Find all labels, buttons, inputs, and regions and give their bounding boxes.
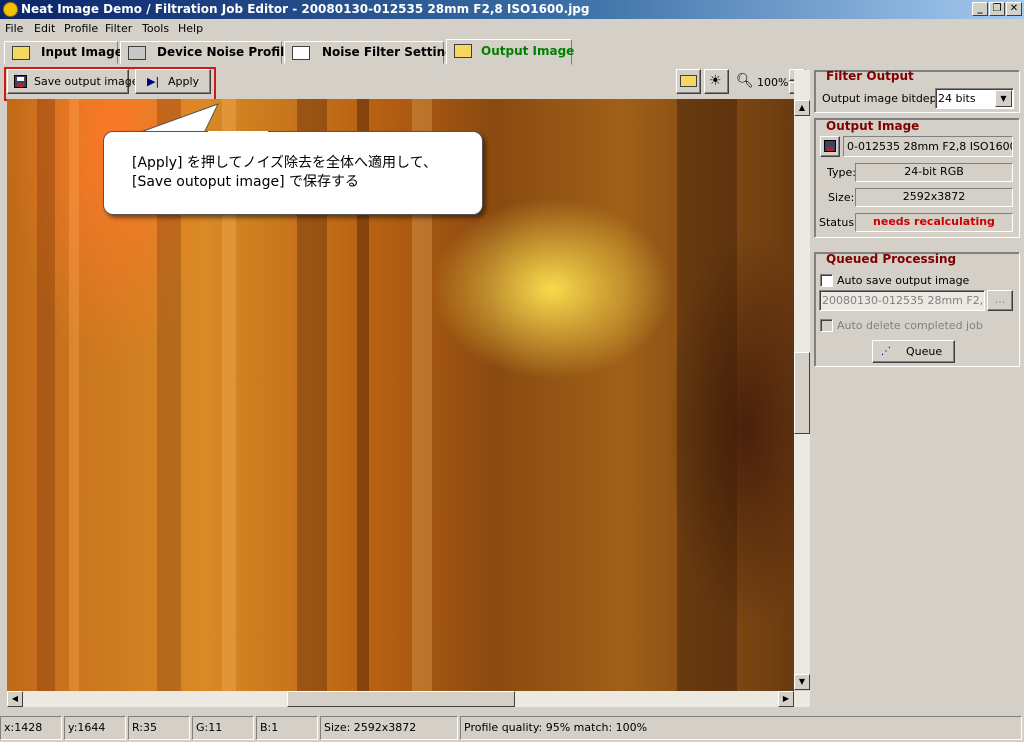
horizontal-scroll-thumb[interactable] — [287, 691, 515, 707]
save-file-button[interactable] — [820, 136, 840, 157]
status-bar: x:1428 y:1644 R:35 G:11 B:1 Size: 2592x3… — [0, 714, 1024, 742]
browse-button[interactable]: ... — [987, 290, 1013, 311]
menu-profile[interactable]: Profile — [64, 21, 98, 36]
camera-icon — [128, 46, 146, 60]
scroll-left-arrow-icon[interactable]: ◀ — [7, 691, 23, 707]
callout-line-1: [Apply] を押してノイズ除去を全体へ適用して、 — [132, 155, 437, 171]
menu-bar: File Edit Profile Filter Tools Help — [0, 19, 1024, 38]
bitdepth-label: Output image bitdepth: — [822, 92, 952, 105]
tab-bar: Input Image Device Noise Profile Noise F… — [0, 39, 1024, 65]
bitdepth-value: 24 bits — [938, 92, 976, 105]
maximize-button[interactable]: ❐ — [989, 2, 1005, 16]
size-value: 2592x3872 — [855, 188, 1013, 207]
magnifier-icon: 🔍︎ — [736, 73, 754, 89]
scroll-up-arrow-icon[interactable]: ▲ — [794, 100, 810, 116]
horizontal-scrollbar[interactable]: ◀ ▶ — [7, 691, 810, 707]
tab-output-image[interactable]: Output Image — [446, 39, 575, 65]
status-g: G:11 — [192, 716, 254, 740]
callout-line-2: [Save outoput image] で保存する — [132, 174, 359, 190]
menu-tools[interactable]: Tools — [142, 21, 169, 36]
auto-save-path-field[interactable]: 20080130-012535 28mm F2,8 ISO — [819, 290, 985, 311]
window-title: Neat Image Demo / Filtration Job Editor … — [21, 2, 590, 16]
filter-output-group: Filter Output Output image bitdepth: 24 … — [814, 69, 1020, 113]
auto-delete-label: Auto delete completed job — [837, 319, 983, 332]
tab-label: Noise Filter Settings — [322, 45, 461, 59]
queue-label: Queue — [906, 345, 943, 358]
chevron-down-icon[interactable]: ▼ — [995, 90, 1012, 107]
menu-help[interactable]: Help — [178, 21, 203, 36]
queued-processing-title: Queued Processing — [826, 252, 957, 266]
status-x: x:1428 — [0, 716, 62, 740]
auto-delete-checkbox[interactable] — [820, 319, 833, 332]
title-bar: Neat Image Demo / Filtration Job Editor … — [0, 0, 1024, 19]
picture-icon — [680, 75, 697, 87]
filter-output-title: Filter Output — [826, 69, 914, 83]
brightness-button[interactable]: ☀ — [704, 69, 729, 94]
output-image-title: Output Image — [826, 119, 920, 133]
status-value: needs recalculating — [855, 213, 1013, 232]
annotation-callout: [Apply] を押してノイズ除去を全体へ適用して、 [Save outoput… — [103, 131, 483, 215]
scroll-down-arrow-icon[interactable]: ▼ — [794, 674, 810, 690]
tab-noise-filter-settings[interactable]: Noise Filter Settings — [284, 41, 461, 64]
status-r: R:35 — [128, 716, 190, 740]
sliders-icon — [292, 46, 310, 60]
minimize-button[interactable]: _ — [972, 2, 988, 16]
queue-icon: ⋰ — [881, 346, 891, 357]
zoom-level: 100% — [757, 76, 789, 89]
status-b: B:1 — [256, 716, 318, 740]
output-image-group: Output Image 0-012535 28mm F2,8 ISO1600_… — [814, 118, 1020, 238]
size-label: Size: — [828, 191, 855, 204]
tab-label: Device Noise Profile — [157, 45, 293, 59]
status-size: Size: 2592x3872 — [320, 716, 458, 740]
tab-label: Input Image — [41, 45, 123, 59]
compare-images-button[interactable] — [676, 69, 701, 94]
scroll-right-arrow-icon[interactable]: ▶ — [778, 691, 794, 707]
auto-save-checkbox[interactable] — [820, 274, 833, 287]
status-profile-quality: Profile quality: 95% match: 100% — [460, 716, 1022, 740]
type-value: 24-bit RGB — [855, 163, 1013, 182]
tab-device-noise-profile[interactable]: Device Noise Profile — [120, 41, 292, 64]
queued-processing-group: Queued Processing Auto save output image… — [814, 252, 1020, 367]
output-filename-field: 0-012535 28mm F2,8 ISO1600_filte — [843, 136, 1013, 157]
bitdepth-select[interactable]: 24 bits ▼ — [935, 88, 1014, 109]
status-label: Status: — [819, 216, 858, 229]
floppy-disk-icon — [824, 140, 836, 152]
queue-button[interactable]: ⋰ Queue — [872, 340, 955, 363]
sun-icon: ☀ — [709, 73, 722, 89]
picture-icon — [12, 46, 30, 60]
tab-input-image[interactable]: Input Image — [4, 41, 123, 64]
type-label: Type: — [827, 166, 856, 179]
tab-label: Output Image — [481, 44, 575, 58]
annotation-highlight-box — [4, 67, 216, 101]
menu-file[interactable]: File — [5, 21, 23, 36]
menu-edit[interactable]: Edit — [34, 21, 55, 36]
menu-filter[interactable]: Filter — [105, 21, 132, 36]
close-button[interactable]: ✕ — [1006, 2, 1022, 16]
output-picture-icon — [454, 44, 472, 58]
status-y: y:1644 — [64, 716, 126, 740]
vertical-scrollbar[interactable]: ▲ ▼ — [794, 70, 810, 690]
vertical-scroll-thumb[interactable] — [794, 352, 810, 434]
app-logo-icon — [3, 2, 18, 17]
auto-save-label: Auto save output image — [837, 274, 970, 287]
